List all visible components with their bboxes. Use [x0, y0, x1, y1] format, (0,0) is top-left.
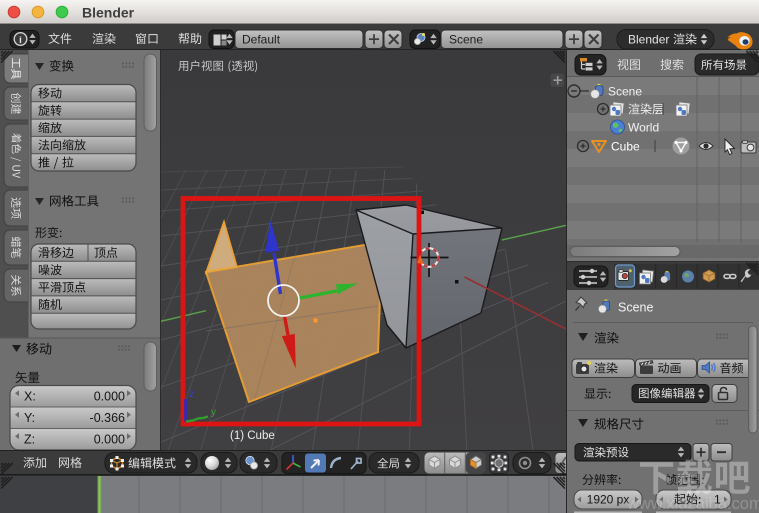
- svg-text:Blender: Blender: [628, 33, 669, 47]
- svg-text:www.xiazaiba.com: www.xiazaiba.com: [626, 495, 759, 513]
- svg-text:Blender: Blender: [82, 5, 135, 21]
- svg-text:Cube: Cube: [611, 140, 640, 154]
- svg-text:-0.366: -0.366: [90, 411, 125, 425]
- svg-text:Default: Default: [242, 33, 281, 47]
- svg-text:y: y: [211, 407, 216, 418]
- svg-text:X:: X:: [24, 390, 36, 404]
- svg-text:(1) Cube: (1) Cube: [230, 430, 275, 442]
- svg-text:z: z: [189, 389, 194, 400]
- svg-text:i: i: [19, 35, 22, 46]
- svg-text:0.000: 0.000: [94, 433, 125, 447]
- svg-text:1920 px: 1920 px: [587, 493, 630, 507]
- svg-text:Z:: Z:: [24, 433, 35, 447]
- svg-text:Scene: Scene: [449, 33, 483, 47]
- svg-text:Scene: Scene: [618, 301, 653, 315]
- svg-text:World: World: [628, 121, 659, 135]
- svg-text:0.000: 0.000: [94, 390, 125, 404]
- svg-text:Scene: Scene: [608, 85, 642, 99]
- svg-text:Y:: Y:: [24, 411, 35, 425]
